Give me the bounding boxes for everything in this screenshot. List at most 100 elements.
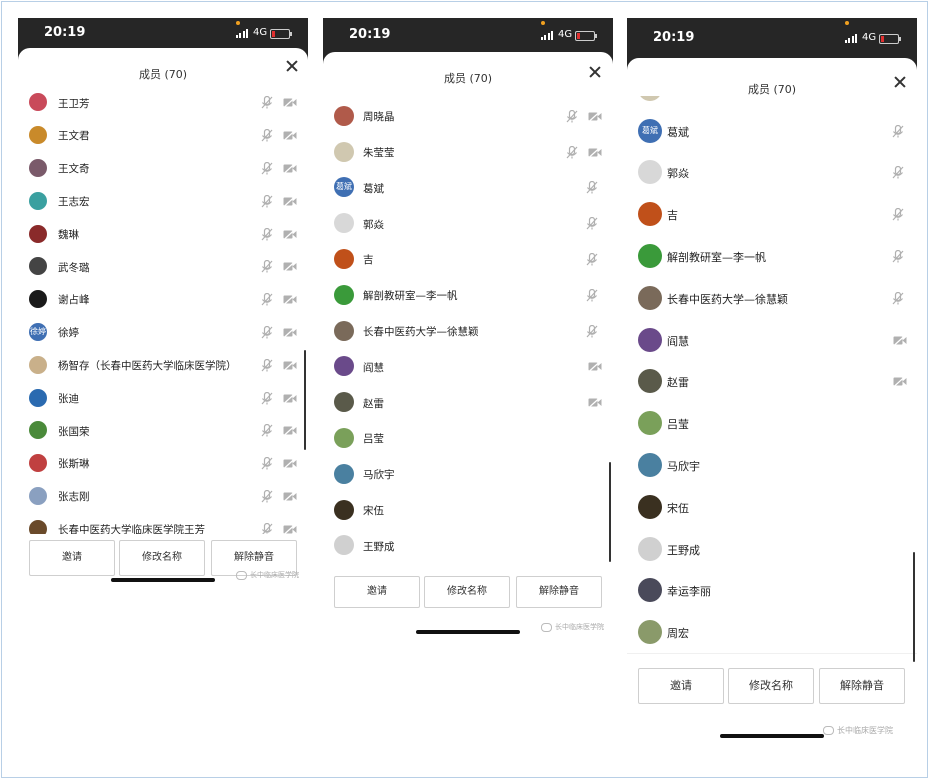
member-name: 王志宏 xyxy=(58,196,90,209)
member-row[interactable]: 吉 xyxy=(627,193,917,237)
avatar xyxy=(29,224,47,243)
member-row[interactable]: 朱莹莹 xyxy=(323,133,613,171)
member-row[interactable]: 王文君 xyxy=(18,118,308,153)
mic-muted-icon xyxy=(261,391,273,405)
member-row[interactable]: 幸运李丽 xyxy=(627,569,917,613)
member-row[interactable]: 王野成 xyxy=(627,527,917,571)
member-list[interactable]: 周晓晶朱莹莹葛斌 葛斌 郭焱吉解剖教研室—李一帆长春中医药大学—徐慧颖 阎慧 赵雷 吕莹马… xyxy=(323,98,613,576)
member-row[interactable]: 马欣宇 xyxy=(627,444,917,487)
rename-button[interactable]: 修改名称 xyxy=(424,576,510,608)
member-row[interactable]: 周晓晶 xyxy=(323,98,613,135)
member-row[interactable]: 解剖教研室—李一帆 xyxy=(627,235,917,278)
member-row[interactable]: 马欣宇 xyxy=(323,456,613,493)
member-row[interactable]: 王卫芳 xyxy=(18,86,308,120)
home-indicator[interactable] xyxy=(416,630,520,634)
list-scrollbar[interactable] xyxy=(609,462,611,562)
rename-button[interactable]: 修改名称 xyxy=(728,668,814,704)
invite-button[interactable]: 邀请 xyxy=(638,668,724,704)
signal-icon xyxy=(236,29,250,38)
member-row[interactable]: 长春中医药大学—徐慧颖 xyxy=(323,312,613,350)
close-icon[interactable] xyxy=(894,76,906,88)
mic-muted-icon xyxy=(261,293,273,306)
member-row[interactable]: 王志宏 xyxy=(18,184,308,219)
invite-button[interactable]: 邀请 xyxy=(334,576,420,608)
phone-screen-1: 20:19 4G 成员 (70) 王卫芳 王文君 王文奇 王志宏 魏琳 武冬璐 谢占峰 徐婷 徐婷 杨智… xyxy=(18,18,308,610)
avatar xyxy=(638,160,662,185)
list-scrollbar[interactable] xyxy=(304,350,306,450)
member-name: 吉 xyxy=(667,209,678,223)
member-row[interactable]: 谢占峰 xyxy=(18,282,308,317)
wechat-icon xyxy=(541,622,552,632)
member-row[interactable]: 张迪 xyxy=(18,381,308,415)
unmute-button[interactable]: 解除静音 xyxy=(516,576,602,608)
member-row[interactable]: 吕莹 xyxy=(323,420,613,457)
member-row[interactable]: 解剖教研室—李一帆 xyxy=(323,277,613,314)
camera-off-icon xyxy=(283,130,297,142)
mic-muted-icon xyxy=(566,145,578,159)
member-name: 王文君 xyxy=(58,130,90,143)
member-row[interactable]: 阎慧 xyxy=(627,318,917,362)
member-row[interactable]: 朱莹莹 xyxy=(627,96,917,111)
camera-off-icon xyxy=(283,327,297,338)
member-row[interactable]: 王文奇 xyxy=(18,151,308,186)
camera-off-icon xyxy=(283,392,297,404)
member-name: 武冬璐 xyxy=(58,261,90,274)
avatar xyxy=(638,285,662,310)
member-row[interactable]: 魏琳 xyxy=(18,217,308,251)
avatar xyxy=(334,105,354,126)
avatar xyxy=(638,620,662,645)
member-row[interactable]: 郭焱 xyxy=(323,205,613,243)
close-icon[interactable] xyxy=(286,60,298,72)
mic-muted-icon xyxy=(261,358,273,372)
avatar xyxy=(638,327,662,352)
member-row[interactable]: 徐婷 徐婷 xyxy=(18,315,308,350)
member-row[interactable]: 赵雷 xyxy=(323,384,613,422)
member-name: 解剖教研室—李一帆 xyxy=(363,290,458,303)
member-row[interactable]: 王野成 xyxy=(323,527,613,565)
member-row[interactable]: 长春中医药大学—徐慧颖 xyxy=(627,277,917,320)
recording-dot-icon xyxy=(845,21,849,25)
avatar xyxy=(29,158,47,177)
member-row[interactable]: 葛斌 葛斌 xyxy=(323,169,613,207)
members-sheet: 成员 (70) 王卫芳 王文君 王文奇 王志宏 魏琳 武冬璐 谢占峰 徐婷 徐婷 杨智存（长春中医药… xyxy=(18,48,308,610)
unmute-button[interactable]: 解除静音 xyxy=(819,668,905,704)
avatar xyxy=(638,244,662,269)
member-row[interactable]: 张斯琳 xyxy=(18,446,308,481)
close-icon[interactable] xyxy=(589,66,601,78)
member-row[interactable]: 吉 xyxy=(323,241,613,278)
home-indicator[interactable] xyxy=(111,578,215,582)
avatar xyxy=(334,499,354,520)
member-list[interactable]: 王卫芳王文君王文奇王志宏魏琳武冬璐谢占峰 徐婷 徐婷 杨智存（长春中医药大学临床医学院… xyxy=(18,86,308,538)
rename-button[interactable]: 修改名称 xyxy=(119,540,205,576)
mic-muted-icon xyxy=(586,324,598,338)
camera-off-icon xyxy=(283,261,297,273)
member-row[interactable]: 张国荣 xyxy=(18,414,308,448)
member-name: 长春中医药大学—徐慧颖 xyxy=(667,292,788,306)
battery-icon xyxy=(575,31,597,41)
member-row[interactable]: 阎慧 xyxy=(323,348,613,386)
mic-muted-icon xyxy=(586,288,598,302)
list-scrollbar[interactable] xyxy=(913,552,915,662)
member-name: 朱莹莹 xyxy=(363,146,395,159)
avatar xyxy=(334,141,354,162)
member-row[interactable]: 宋伍 xyxy=(627,486,917,529)
member-list[interactable]: 朱莹莹葛斌葛斌郭焱吉解剖教研室—李一帆长春中医药大学—徐慧颖阎慧赵雷吕莹马欣宇宋… xyxy=(627,96,917,666)
mic-muted-icon xyxy=(586,181,598,194)
camera-off-icon xyxy=(588,146,602,158)
member-row[interactable]: 武冬璐 xyxy=(18,250,308,284)
member-row[interactable]: 周宏 xyxy=(627,611,917,655)
member-row[interactable]: 郭焱 xyxy=(627,151,917,195)
home-indicator[interactable] xyxy=(720,734,824,738)
invite-button[interactable]: 邀请 xyxy=(29,540,115,576)
mic-muted-icon xyxy=(261,96,273,109)
member-row[interactable]: 赵雷 xyxy=(627,360,917,404)
member-row[interactable]: 葛斌 葛斌 xyxy=(627,109,917,153)
member-row[interactable]: 宋伍 xyxy=(323,491,613,529)
member-name: 宋伍 xyxy=(667,501,689,515)
member-row[interactable]: 杨智存（长春中医药大学临床医学院） xyxy=(18,348,308,383)
member-row[interactable]: 吕莹 xyxy=(627,402,917,446)
watermark-text: 长中临床医学院 xyxy=(555,623,604,631)
members-title: 成员 (70) xyxy=(443,72,493,85)
member-row[interactable]: 张志刚 xyxy=(18,479,308,514)
members-sheet: 成员 (70)朱莹莹葛斌葛斌郭焱吉解剖教研室—李一帆长春中医药大学—徐慧颖阎慧赵… xyxy=(627,58,917,760)
